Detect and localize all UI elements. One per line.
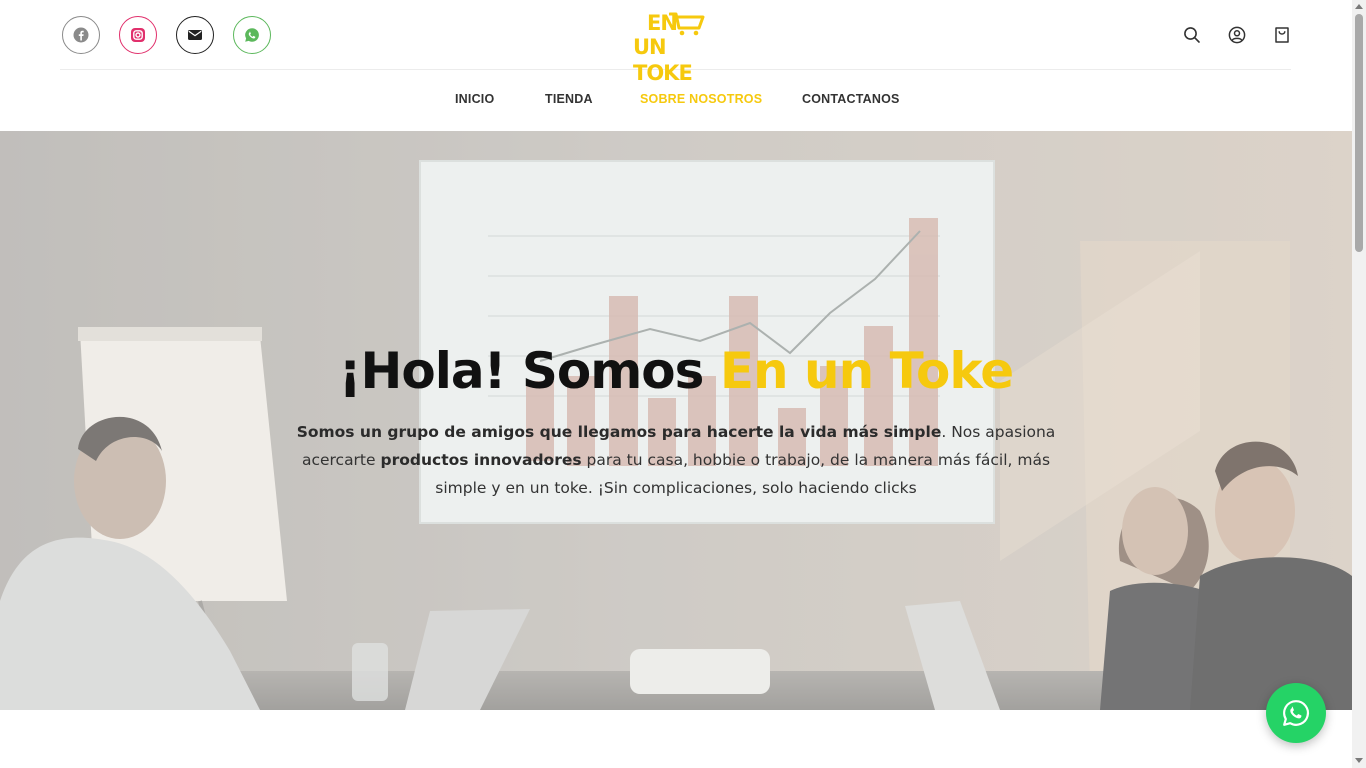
account-button[interactable] bbox=[1226, 24, 1248, 46]
logo-line-2: UN TOKE bbox=[633, 35, 693, 85]
nav-item-inicio[interactable]: INICIO bbox=[455, 92, 494, 106]
hero-section: ¡Hola! Somos En un Toke Somos un grupo d… bbox=[0, 131, 1352, 710]
nav-item-contactanos[interactable]: CONTACTANOS bbox=[802, 92, 900, 106]
hero-description-bold-2: productos innovadores bbox=[380, 451, 582, 469]
hero-description: Somos un grupo de amigos que llegamos pa… bbox=[296, 418, 1056, 502]
search-icon bbox=[1184, 27, 1200, 43]
user-icon bbox=[1228, 26, 1246, 44]
page-scrollbar[interactable] bbox=[1352, 0, 1366, 768]
logo-cart-icon bbox=[669, 12, 705, 36]
hero-title-main: ¡Hola! Somos bbox=[338, 342, 720, 400]
search-button[interactable] bbox=[1181, 24, 1203, 46]
main-nav: INICIO TIENDA SOBRE NOSOTROS CONTACTANOS bbox=[0, 92, 1352, 110]
scroll-down-arrow-icon[interactable] bbox=[1355, 758, 1363, 763]
nav-item-sobre-nosotros[interactable]: SOBRE NOSOTROS bbox=[640, 92, 762, 106]
hero-title-highlight: En un Toke bbox=[719, 342, 1014, 400]
mail-icon bbox=[188, 30, 202, 40]
hero-description-bold-1: Somos un grupo de amigos que llegamos pa… bbox=[296, 423, 942, 441]
cart-button[interactable] bbox=[1271, 24, 1293, 46]
scrollbar-thumb[interactable] bbox=[1355, 14, 1363, 252]
whatsapp-button[interactable] bbox=[233, 16, 271, 54]
nav-item-tienda[interactable]: TIENDA bbox=[545, 92, 593, 106]
whatsapp-float-button[interactable] bbox=[1266, 683, 1326, 743]
instagram-icon bbox=[131, 28, 145, 42]
email-button[interactable] bbox=[176, 16, 214, 54]
facebook-icon bbox=[73, 27, 89, 43]
header-topbar: EN UN TOKE bbox=[60, 0, 1293, 85]
cart-icon bbox=[1275, 27, 1289, 43]
whatsapp-icon bbox=[245, 28, 259, 42]
instagram-button[interactable] bbox=[119, 16, 157, 54]
facebook-button[interactable] bbox=[62, 16, 100, 54]
site-logo[interactable]: EN UN TOKE bbox=[633, 10, 721, 85]
whatsapp-icon bbox=[1283, 700, 1310, 726]
scroll-up-arrow-icon[interactable] bbox=[1355, 4, 1363, 9]
hero-title: ¡Hola! Somos En un Toke bbox=[0, 341, 1352, 401]
